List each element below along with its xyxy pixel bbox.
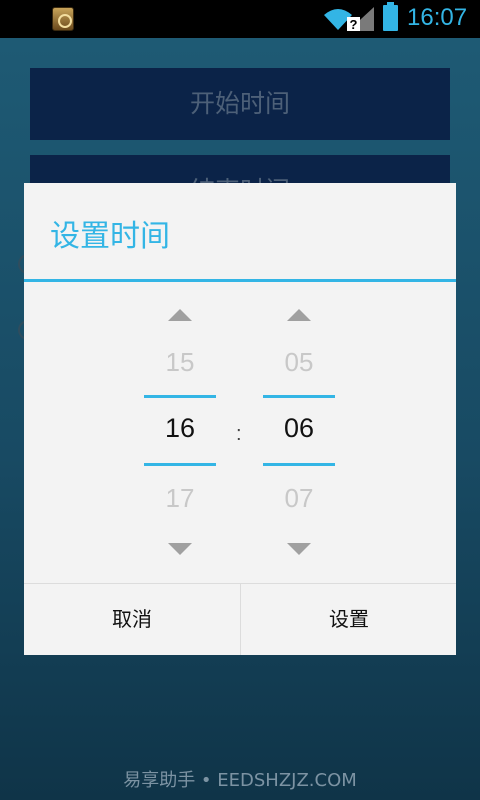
hour-selection-line-bottom [144, 463, 216, 466]
hour-selection-line-top [144, 395, 216, 398]
dialog-title: 设置时间 [50, 219, 170, 254]
set-button[interactable]: 设置 [241, 584, 457, 655]
hour-next-value[interactable]: 17 [144, 483, 216, 514]
minute-picker[interactable]: 05 06 07 [263, 303, 335, 563]
minute-decrement-arrow-icon[interactable] [287, 543, 311, 555]
minute-selection-line-top [263, 395, 335, 398]
hour-increment-arrow-icon[interactable] [168, 309, 192, 321]
start-time-button[interactable]: 开始时间 [30, 68, 450, 140]
time-separator: : [236, 423, 242, 445]
cancel-button[interactable]: 取消 [24, 584, 240, 655]
hour-decrement-arrow-icon[interactable] [168, 543, 192, 555]
hour-prev-value[interactable]: 15 [144, 347, 216, 378]
app-notification-icon [52, 7, 74, 31]
title-divider [24, 279, 456, 282]
svg-text:?: ? [350, 17, 358, 32]
status-clock: 16:07 [407, 4, 468, 31]
minute-selection-line-bottom [263, 463, 335, 466]
hour-picker[interactable]: 15 16 17 [144, 303, 216, 563]
minute-next-value[interactable]: 07 [263, 483, 335, 514]
minute-current-value[interactable]: 06 [263, 413, 335, 444]
status-bar: ? 16:07 [0, 0, 480, 38]
battery-icon [383, 2, 398, 31]
signal-icon: ? [347, 7, 374, 32]
watermark: 易享助手 • EEDSHZJZ.COM [123, 770, 357, 791]
time-picker-dialog: 设置时间 15 16 17 : 05 06 07 取消 设置 [24, 183, 456, 655]
minute-prev-value[interactable]: 05 [263, 347, 335, 378]
hour-current-value[interactable]: 16 [144, 413, 216, 444]
minute-increment-arrow-icon[interactable] [287, 309, 311, 321]
